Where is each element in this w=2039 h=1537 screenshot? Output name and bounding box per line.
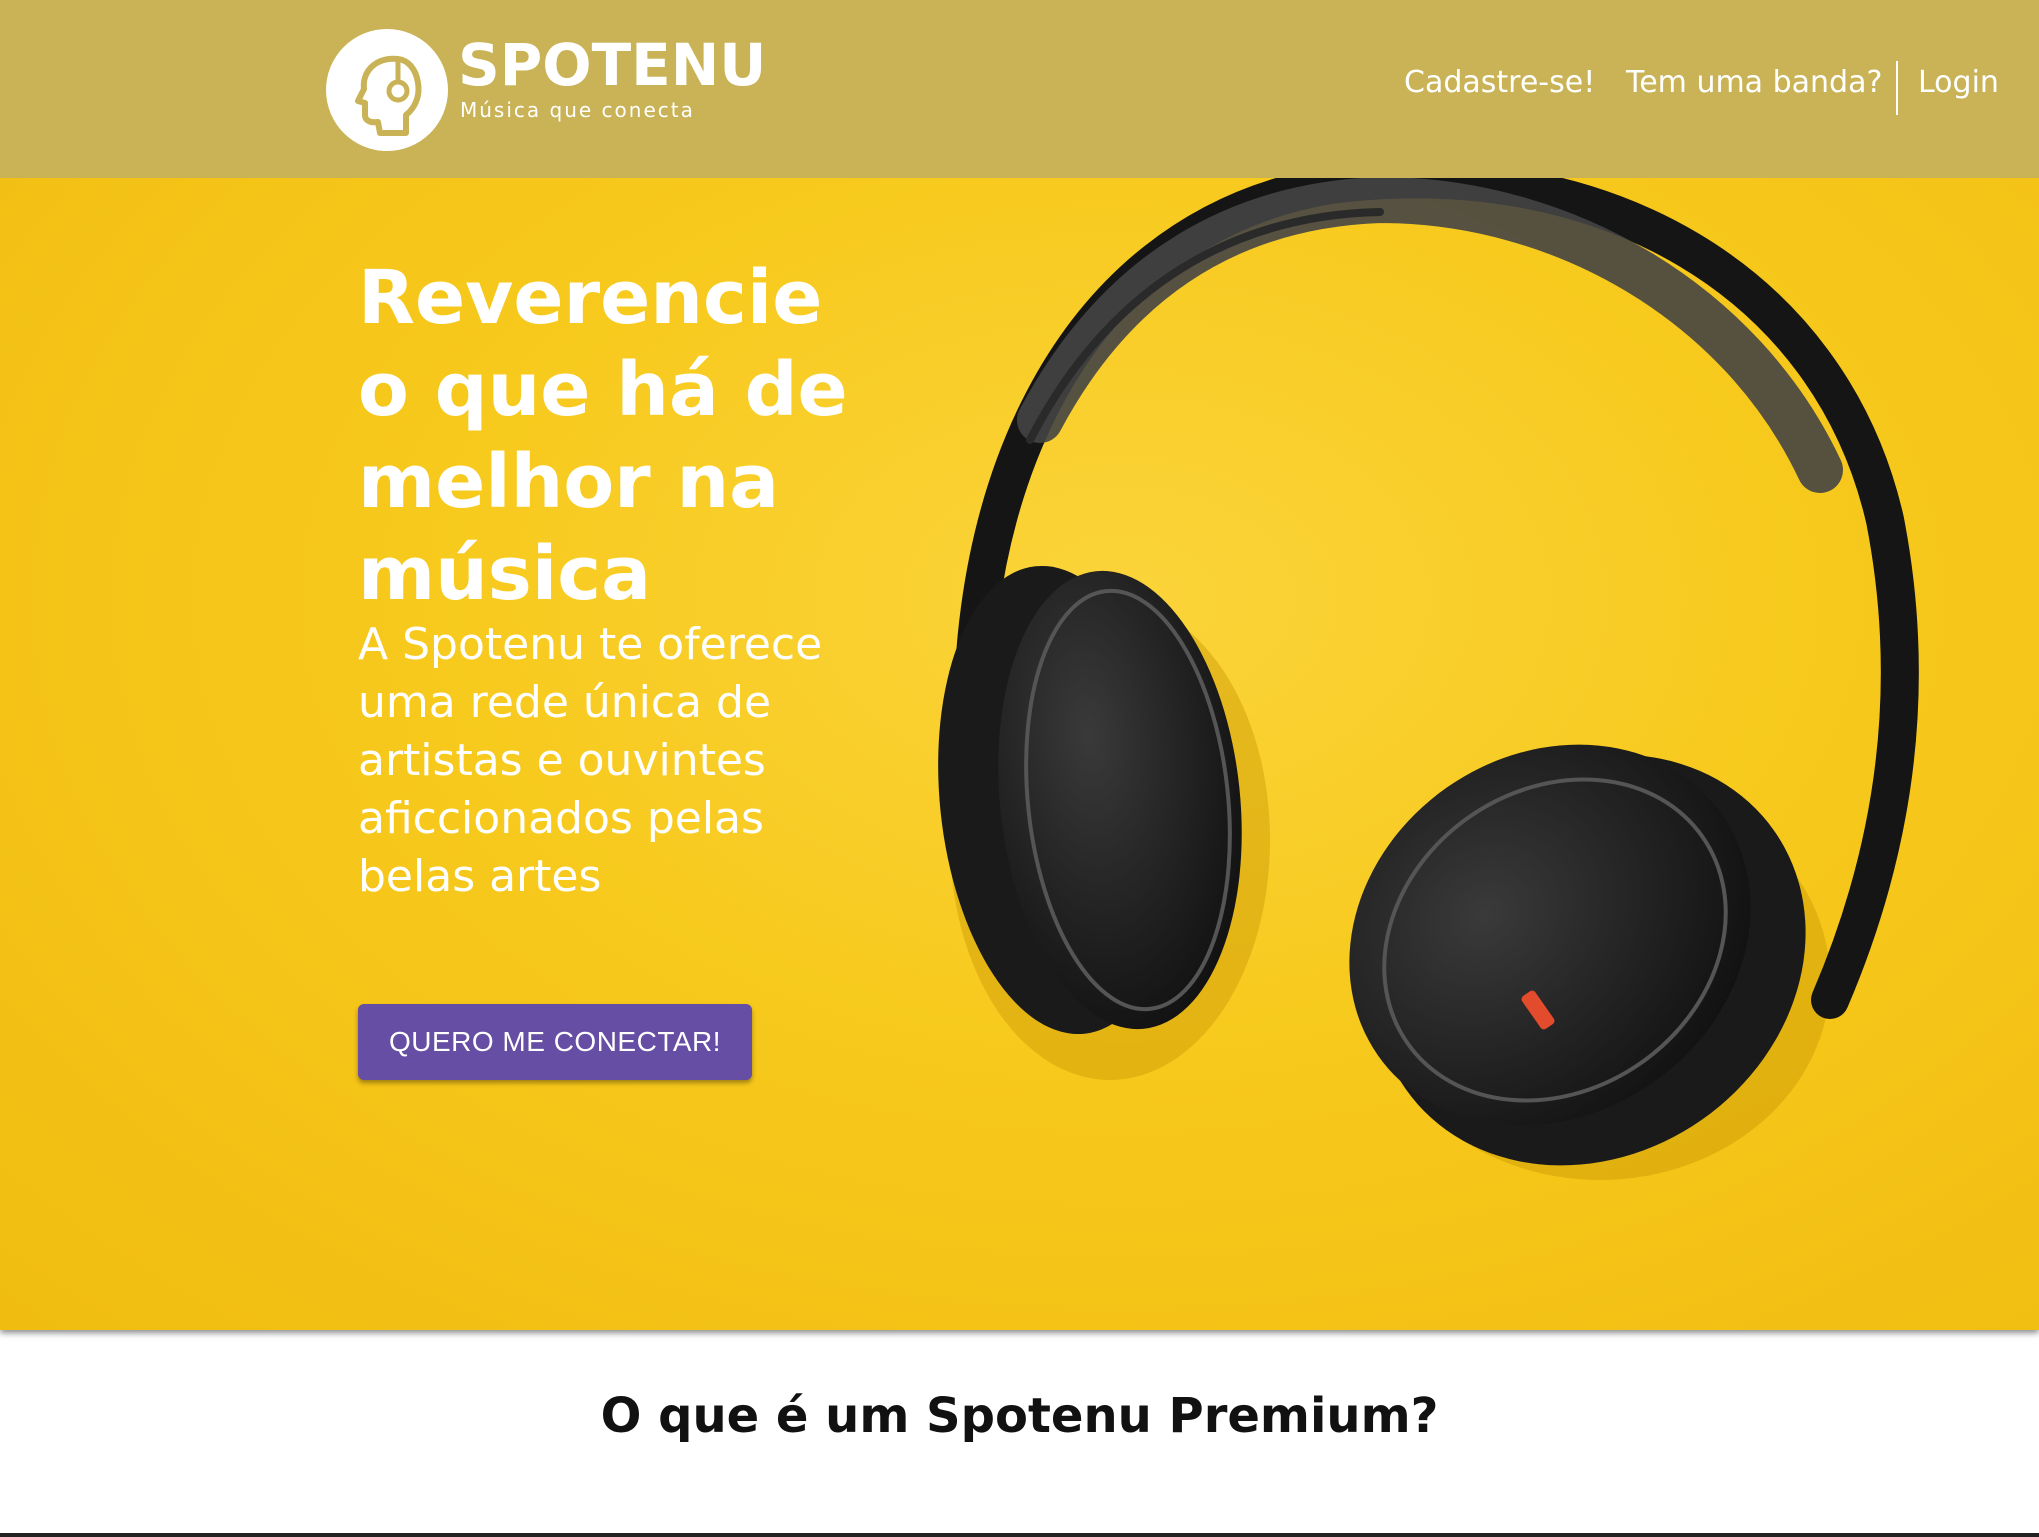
logo[interactable]	[326, 29, 448, 151]
headphones-image	[938, 160, 1919, 1180]
section-divider	[0, 1533, 2039, 1537]
hero-title: Reverencie o que há de melhor na música	[358, 255, 848, 617]
premium-section-title: O que é um Spotenu Premium?	[600, 1388, 1439, 1444]
headphones-head-icon	[355, 55, 422, 136]
site-header: SPOTENU Música que conecta Cadastre-se! …	[0, 0, 2039, 178]
nav-divider	[1896, 61, 1898, 115]
nav-signup-link[interactable]: Cadastre-se!	[1404, 68, 1595, 98]
hero-subtitle: A Spotenu te oferece uma rede única de a…	[358, 619, 823, 902]
hero-section: SPOTENU Música que conecta Cadastre-se! …	[0, 0, 2039, 1330]
connect-button[interactable]: QUERO ME CONECTAR!	[358, 1004, 752, 1080]
nav-band-link[interactable]: Tem uma banda?	[1626, 68, 1882, 98]
brand-name: SPOTENU	[458, 31, 767, 99]
nav-login-link[interactable]: Login	[1918, 68, 1999, 98]
brand-tagline: Música que conecta	[460, 98, 695, 122]
